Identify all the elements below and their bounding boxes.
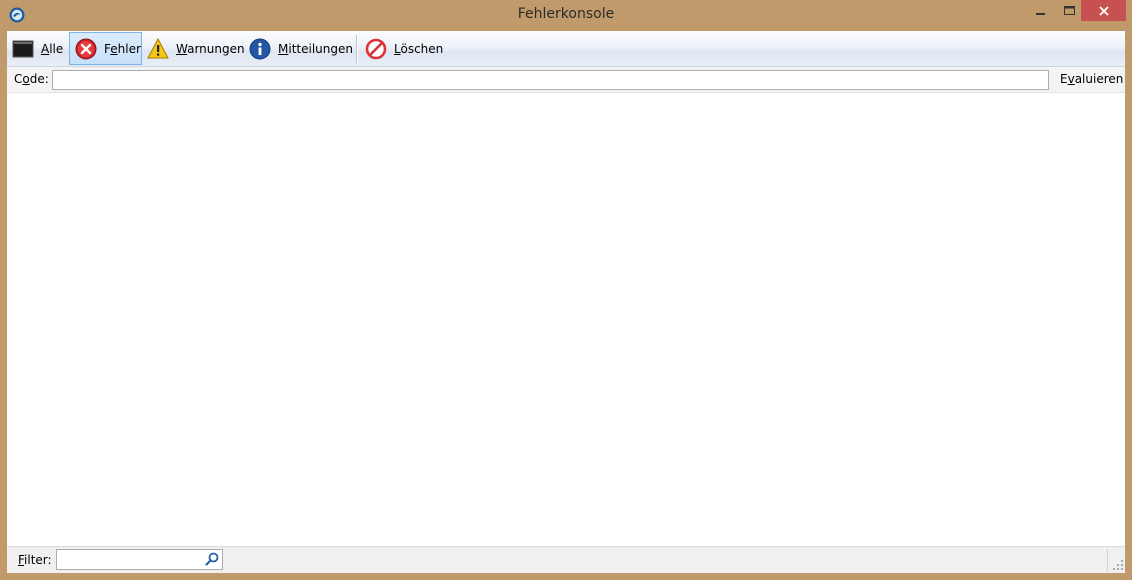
filter-messages-button[interactable]: Mitteilungen: [249, 32, 353, 65]
search-icon[interactable]: [205, 552, 219, 566]
code-input[interactable]: [52, 70, 1049, 90]
filter-errors-label: Fehler: [104, 41, 141, 56]
evaluate-button[interactable]: Evaluieren: [1060, 72, 1123, 86]
filter-warnings-button[interactable]: Warnungen: [147, 32, 245, 65]
maximize-icon: [1063, 5, 1075, 15]
warning-icon: [147, 37, 169, 58]
toolbar-separator: [356, 35, 357, 63]
minimize-button[interactable]: [1027, 0, 1055, 21]
code-bar: Code: Evaluieren: [7, 67, 1125, 93]
resize-grip-icon[interactable]: [1112, 559, 1124, 571]
filter-errors-button[interactable]: Fehler: [69, 32, 142, 65]
filter-input[interactable]: [56, 549, 223, 570]
error-icon: [75, 38, 97, 59]
window-title: Fehlerkonsole: [517, 6, 615, 22]
title-bar[interactable]: Fehlerkonsole: [0, 0, 1132, 31]
toolbar: Alle Fehler Warnungen Mitteilungen Lösch…: [7, 31, 1125, 67]
console-icon: [12, 40, 34, 57]
filter-messages-label: Mitteilungen: [278, 41, 353, 56]
code-label: Code:: [14, 72, 49, 86]
filter-label: Filter:: [18, 553, 52, 567]
info-icon: [249, 38, 271, 59]
maximize-button[interactable]: [1055, 0, 1083, 21]
status-separator: [1107, 549, 1108, 571]
status-bar: Filter:: [7, 546, 1125, 573]
filter-all-button[interactable]: Alle: [12, 32, 63, 65]
close-button[interactable]: [1081, 0, 1126, 21]
filter-all-label: Alle: [41, 41, 64, 56]
minimize-icon: [1036, 12, 1045, 15]
clear-label: Löschen: [394, 41, 444, 56]
error-console-window: Fehlerkonsole Alle Fehler Warnungen Mitt…: [0, 0, 1132, 580]
console-message-list[interactable]: [7, 93, 1125, 546]
clear-icon: [365, 38, 387, 59]
filter-warnings-label: Warnungen: [176, 41, 245, 56]
close-icon: [1098, 5, 1109, 16]
clear-button[interactable]: Löschen: [365, 32, 443, 65]
client-area: Alle Fehler Warnungen Mitteilungen Lösch…: [7, 31, 1125, 573]
